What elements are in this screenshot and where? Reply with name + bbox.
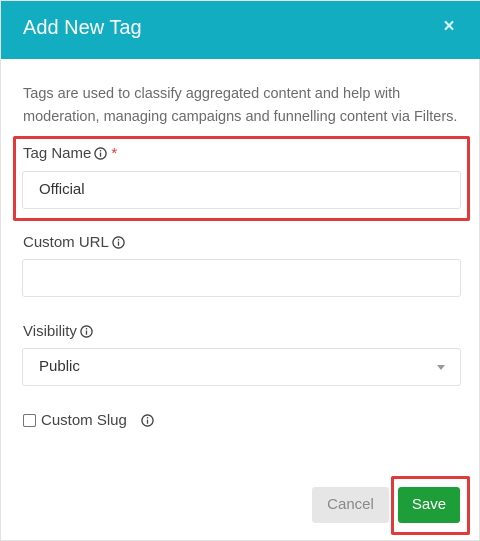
chevron-down-icon: [437, 365, 445, 370]
modal-header: Add New Tag ×: [1, 1, 480, 59]
custom-url-label-row: Custom URL: [23, 232, 125, 252]
info-icon[interactable]: [80, 324, 93, 338]
visibility-select[interactable]: Public: [22, 348, 461, 386]
custom-url-label: Custom URL: [23, 233, 109, 251]
visibility-label: Visibility: [23, 322, 77, 340]
tag-name-highlight: [13, 136, 470, 221]
modal-description: Tags are used to classify aggregated con…: [23, 86, 458, 125]
save-highlight: [391, 476, 470, 535]
close-icon[interactable]: ×: [439, 16, 459, 38]
visibility-selected-value: Public: [39, 358, 80, 375]
add-tag-modal: Add New Tag × Tags are used to classify …: [0, 0, 480, 541]
custom-slug-row: Custom Slug: [23, 410, 154, 430]
custom-slug-checkbox[interactable]: [23, 413, 36, 427]
cancel-button[interactable]: Cancel: [312, 487, 389, 523]
modal-title: Add New Tag: [23, 17, 142, 39]
info-icon[interactable]: [112, 235, 125, 249]
custom-slug-label[interactable]: Custom Slug: [41, 412, 127, 429]
visibility-label-row: Visibility: [23, 321, 93, 341]
info-icon[interactable]: [141, 413, 154, 427]
custom-url-input[interactable]: [22, 259, 461, 297]
